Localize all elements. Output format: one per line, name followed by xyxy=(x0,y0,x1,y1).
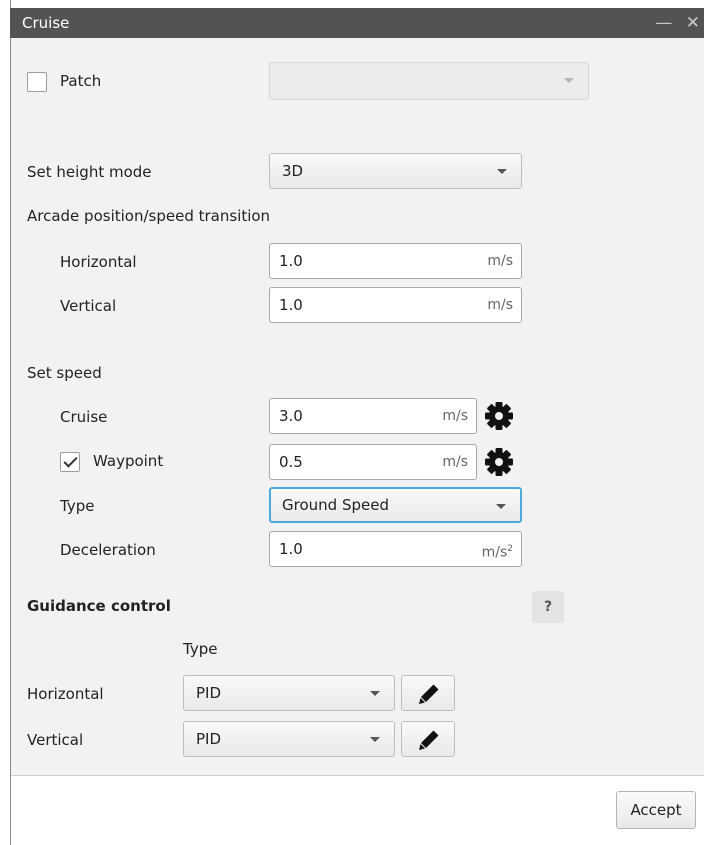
guidance-type-header: Type xyxy=(183,640,218,658)
arcade-vertical-input[interactable]: 1.0 m/s xyxy=(269,287,522,323)
arcade-horizontal-input[interactable]: 1.0 m/s xyxy=(269,243,522,279)
guidance-horizontal-value: PID xyxy=(196,684,222,702)
edit-horizontal-button[interactable] xyxy=(401,675,455,711)
speed-type-value: Ground Speed xyxy=(282,496,389,514)
pencil-icon xyxy=(419,684,439,704)
height-mode-label: Set height mode xyxy=(27,163,152,181)
deceleration-value: 1.0 xyxy=(279,540,303,558)
arcade-vertical-value: 1.0 xyxy=(279,296,303,314)
patch-label: Patch xyxy=(60,72,102,90)
arcade-section-label: Arcade position/speed transition xyxy=(27,207,271,225)
accept-button[interactable]: Accept xyxy=(616,791,696,829)
chevron-down-icon xyxy=(370,737,380,742)
window-controls[interactable]: — ✕ xyxy=(655,8,704,38)
waypoint-settings-gear-icon[interactable] xyxy=(483,446,515,478)
cruise-speed-label: Cruise xyxy=(60,408,108,426)
title-bar[interactable]: Cruise — ✕ xyxy=(10,8,704,38)
guidance-vertical-label: Vertical xyxy=(27,731,84,749)
patch-select[interactable] xyxy=(269,62,589,100)
chevron-down-icon xyxy=(497,169,507,174)
cruise-speed-value: 3.0 xyxy=(279,407,303,425)
set-speed-section-label: Set speed xyxy=(27,364,102,382)
cruise-speed-input[interactable]: 3.0 m/s xyxy=(269,398,477,434)
chevron-down-icon xyxy=(564,78,574,83)
patch-checkbox[interactable] xyxy=(27,72,47,92)
deceleration-input[interactable]: 1.0 m/s2 xyxy=(269,531,522,567)
arcade-vertical-label: Vertical xyxy=(60,297,117,315)
guidance-control-heading: Guidance control xyxy=(27,597,171,615)
help-button[interactable]: ? xyxy=(532,591,564,623)
deceleration-unit-base: m/s xyxy=(481,544,508,561)
arcade-horizontal-label: Horizontal xyxy=(60,253,137,271)
footer-divider xyxy=(11,775,704,776)
guidance-vertical-select[interactable]: PID xyxy=(183,721,395,757)
waypoint-speed-input[interactable]: 0.5 m/s xyxy=(269,444,477,480)
waypoint-checkbox[interactable] xyxy=(60,452,80,472)
height-mode-value: 3D xyxy=(282,162,304,180)
deceleration-unit: m/s2 xyxy=(482,532,513,570)
window-title: Cruise xyxy=(22,14,70,32)
chevron-down-icon xyxy=(496,504,506,509)
waypoint-label: Waypoint xyxy=(93,452,164,470)
chevron-down-icon xyxy=(370,691,380,696)
cruise-speed-unit: m/s xyxy=(442,408,468,424)
deceleration-unit-exponent: 2 xyxy=(507,544,513,554)
arcade-horizontal-value: 1.0 xyxy=(279,252,303,270)
arcade-horizontal-unit: m/s xyxy=(487,253,513,269)
speed-type-select[interactable]: Ground Speed xyxy=(269,487,522,523)
cruise-settings-gear-icon[interactable] xyxy=(483,400,515,432)
waypoint-speed-unit: m/s xyxy=(442,454,468,470)
speed-type-label: Type xyxy=(60,497,95,515)
pencil-icon xyxy=(419,730,439,750)
deceleration-label: Deceleration xyxy=(60,541,156,559)
waypoint-speed-value: 0.5 xyxy=(279,453,303,471)
guidance-vertical-value: PID xyxy=(196,730,222,748)
height-mode-select[interactable]: 3D xyxy=(269,153,522,189)
edit-vertical-button[interactable] xyxy=(401,721,455,757)
arcade-vertical-unit: m/s xyxy=(487,297,513,313)
guidance-horizontal-select[interactable]: PID xyxy=(183,675,395,711)
guidance-horizontal-label: Horizontal xyxy=(27,685,104,703)
